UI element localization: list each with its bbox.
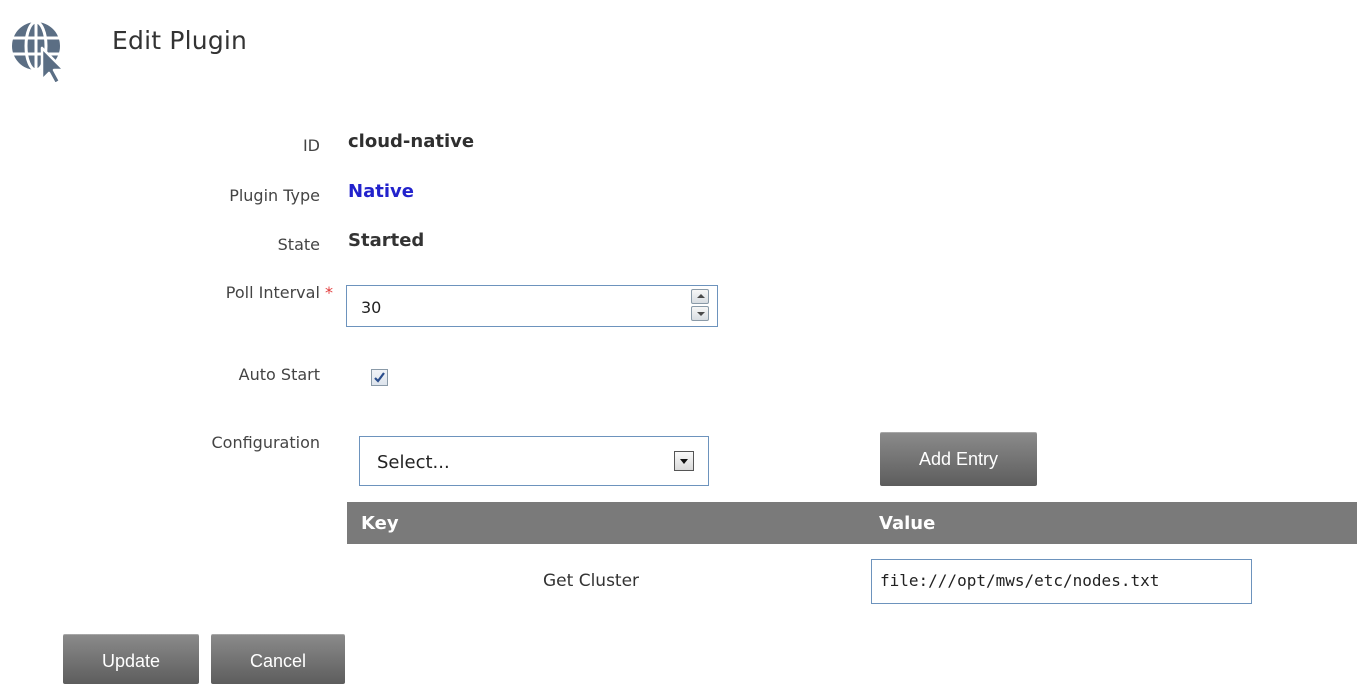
row-key: Get Cluster — [543, 571, 640, 591]
spinner-buttons — [691, 289, 711, 324]
state-value: Started — [348, 230, 425, 251]
edit-plugin-page: Edit Plugin ID cloud-native Plugin Type … — [0, 0, 1357, 684]
id-value: cloud-native — [348, 131, 475, 152]
id-label: ID — [302, 136, 320, 155]
update-button[interactable]: Update — [63, 634, 199, 684]
column-header-value: Value — [879, 513, 936, 534]
page-title: Edit Plugin — [112, 26, 248, 55]
cancel-button[interactable]: Cancel — [211, 634, 345, 684]
globe-cursor-icon — [8, 18, 72, 86]
poll-interval-spinner[interactable]: 30 — [346, 285, 718, 327]
checkmark-icon — [374, 372, 385, 383]
poll-interval-value[interactable]: 30 — [361, 298, 381, 317]
add-entry-button[interactable]: Add Entry — [880, 432, 1037, 486]
required-marker: * — [325, 283, 333, 302]
config-table-header: Key Value — [347, 502, 1357, 544]
configuration-select-value: Select... — [377, 452, 450, 473]
configuration-label: Configuration — [211, 433, 320, 452]
configuration-select[interactable]: Select... — [359, 436, 709, 486]
auto-start-checkbox[interactable] — [371, 369, 388, 386]
row-value-input[interactable]: file:///opt/mws/etc/nodes.txt — [871, 559, 1252, 604]
plugin-type-label: Plugin Type — [229, 186, 320, 205]
poll-interval-label-text: Poll Interval — [225, 283, 320, 302]
poll-interval-label: Poll Interval * — [226, 283, 333, 302]
spinner-up-icon[interactable] — [691, 289, 709, 304]
row-value-text: file:///opt/mws/etc/nodes.txt — [880, 571, 1160, 590]
plugin-type-value: Native — [348, 181, 414, 202]
column-header-key: Key — [361, 513, 399, 534]
spinner-down-icon[interactable] — [691, 306, 709, 321]
state-label: State — [277, 235, 320, 254]
chevron-down-icon[interactable] — [674, 451, 694, 471]
auto-start-label: Auto Start — [238, 365, 320, 384]
